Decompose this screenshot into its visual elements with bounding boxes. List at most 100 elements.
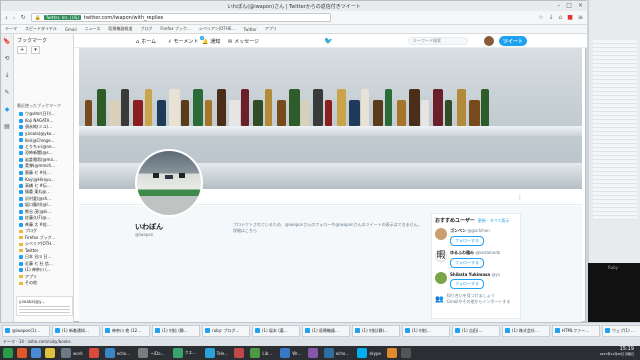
new-folder-icon[interactable]: ▾ — [31, 46, 40, 54]
dock-task[interactable]: Tele… — [203, 348, 231, 358]
taskbar-window-button[interactable]: (1) 坂本 (著… — [252, 324, 300, 337]
reload-icon[interactable]: ↻ — [21, 14, 26, 21]
app-icon[interactable] — [400, 348, 411, 358]
bookmark-folder[interactable]: ブログ — [19, 228, 75, 234]
add-bookmark-icon[interactable]: + — [17, 46, 28, 54]
taskbar-window-button[interactable]: (1) 医療機器… — [302, 324, 350, 337]
bookmark-item[interactable]: 日本 谷川 日… — [19, 254, 75, 260]
forward-icon[interactable]: › — [13, 14, 16, 22]
extension-icon[interactable]: ■ — [567, 14, 573, 21]
search-input[interactable]: キーワード検索 — [408, 37, 468, 45]
bookmark-folder[interactable]: アプリ — [19, 274, 75, 280]
app-icon[interactable] — [307, 348, 318, 358]
bookmark-toolbar-item[interactable]: 医療機器報道 — [108, 26, 132, 32]
suggested-user-name[interactable]: ゆるふわ積み @kodamado — [450, 250, 500, 256]
maximize-icon[interactable]: □ — [566, 2, 572, 9]
suggested-user-avatar[interactable]: 暇 — [435, 250, 447, 262]
panel-icon[interactable]: ▤ — [4, 123, 10, 130]
follow-button[interactable]: フォローする — [450, 236, 484, 246]
bookmark-item[interactable]: ウ@dmr(日刊… — [19, 111, 75, 117]
app-icon[interactable] — [31, 348, 41, 358]
dock-task[interactable]: echo… — [103, 348, 133, 358]
app-icon[interactable] — [3, 348, 13, 358]
bookmark-star-icon[interactable]: ☆ — [538, 14, 543, 21]
clock[interactable]: 15:19 2017年11月20日 月曜日 — [600, 347, 634, 357]
bookmark-item[interactable]: y.koala(@yko… — [19, 131, 75, 137]
bookmark-item[interactable]: Kay(@Hiroyu… — [19, 176, 75, 182]
find-friends[interactable]: 👥 知り合いを見つけましょう Gmailやその他からインポートする — [435, 293, 517, 305]
dock-task[interactable]: echo… — [322, 348, 352, 358]
bookmark-preview[interactable]: y.iwaka(@y… — [16, 296, 73, 316]
bookmark-item[interactable]: 坂口龍村(@l… — [19, 202, 75, 208]
dock-task[interactable]: skype — [355, 348, 383, 358]
nav-messages[interactable]: ✉ メッセージ — [228, 38, 259, 46]
url-bar[interactable]: 🔒 Twitter, Inc. [US] twitter.com/iwapon/… — [30, 13, 331, 22]
window-titlebar[interactable]: いわぽん(@iwapon)さん | Twitterからの返信付きツイート – □… — [1, 1, 587, 11]
taskbar-window-button[interactable]: (1) 株式会社… — [502, 324, 550, 337]
bookmark-item[interactable]: 実弾(@mmch… — [19, 163, 75, 169]
taskbar-window-button[interactable]: 神奈川 他 (12… — [102, 324, 150, 337]
bookmark-toolbar-item[interactable]: ブログ — [140, 26, 152, 32]
close-icon[interactable]: × — [578, 2, 583, 9]
bookmark-item[interactable]: 高橋 七 #伝… — [19, 183, 75, 189]
app-icon[interactable] — [234, 348, 245, 358]
bookmark-item[interactable]: 佐藤久(F)@… — [19, 215, 75, 221]
history-panel-icon[interactable]: ⟲ — [4, 55, 9, 62]
bookmark-toolbar-item[interactable]: アプリ — [265, 26, 277, 32]
bookmark-item[interactable]: 慎重 東丸@… — [19, 189, 75, 195]
dock-task[interactable]: ~/Do… — [136, 348, 166, 358]
taskbar-window-button[interactable]: @iwapon(1)… — [2, 324, 50, 337]
follow-button[interactable]: フォローする — [450, 279, 484, 289]
taskbar-window-button[interactable]: ruby: プログ… — [202, 324, 250, 337]
bookmark-toolbar-item[interactable]: シベリアン(OTHE… — [199, 26, 236, 32]
twitter-bird-icon[interactable]: 🐦 — [324, 37, 333, 45]
back-icon[interactable]: ‹ — [5, 14, 8, 22]
bookmarks-panel-icon[interactable]: 🔖 — [3, 38, 10, 45]
bookmark-item[interactable]: とりちゃ(@ne… — [19, 144, 75, 150]
bookmark-folder[interactable]: シベリア(OTH… — [19, 241, 75, 247]
bookmark-toolbar-item[interactable]: Firefox ブック… — [160, 26, 191, 32]
dock-task[interactable]: Wr… — [278, 348, 303, 358]
dock-task[interactable]: work — [59, 348, 85, 358]
tweet-button[interactable]: ツイート — [499, 36, 527, 46]
app-icon[interactable] — [17, 348, 27, 358]
bookmark-item[interactable]: (1) 神奈川 (… — [19, 267, 75, 273]
notes-panel-icon[interactable]: ✎ — [4, 89, 9, 96]
suggested-user-name[interactable]: Shibata Yukimasa @ys — [450, 272, 500, 277]
suggested-user-name[interactable]: ゴンベン @gochihen — [450, 228, 490, 234]
taskbar-window-button[interactable]: (1) 村松 (静… — [152, 324, 200, 337]
bookmark-toolbar-item[interactable]: スピードダイヤル — [25, 26, 57, 32]
bookmark-toolbar-item[interactable]: Twitter — [243, 27, 256, 32]
bookmark-toolbar-item[interactable]: ニュース — [85, 26, 101, 32]
profile-avatar[interactable] — [135, 149, 203, 217]
downloads-panel-icon[interactable]: ↓ — [4, 72, 9, 79]
avatar[interactable] — [484, 36, 494, 46]
app-icon[interactable] — [386, 348, 397, 358]
app-icon[interactable] — [88, 348, 99, 358]
suggested-user-avatar[interactable] — [435, 272, 447, 284]
taskbar-window-button[interactable]: (1) 村松(静)… — [352, 324, 400, 337]
bookmark-item[interactable]: 岩倉雅男(@ma… — [19, 157, 75, 163]
taskbar-window-button[interactable]: (1) 新着通知… — [52, 324, 100, 337]
more-options-icon[interactable]: ⋮ — [517, 194, 523, 201]
dock-task[interactable]: Lib… — [248, 348, 274, 358]
bookmark-item[interactable]: 須永純(ミユ)… — [19, 124, 75, 130]
terminal-window[interactable] — [588, 263, 640, 322]
bookmark-toolbar-item[interactable]: Gmail — [65, 27, 77, 32]
taskbar-window-button[interactable]: HTMLファー… — [552, 324, 600, 337]
bookmark-item[interactable]: 齋藤 七 #社… — [19, 170, 75, 176]
minimize-icon[interactable]: – — [557, 2, 560, 9]
bookmark-folder[interactable]: Twitter — [19, 248, 75, 254]
bookmark-item[interactable]: Kei(@Chinge… — [19, 137, 75, 143]
bookmark-item[interactable]: 近藤 七 社 信… — [19, 261, 75, 267]
bookmark-folder[interactable]: Firefox ブック… — [19, 235, 75, 241]
taskbar-window-button[interactable]: (1) 吉田(… — [452, 324, 500, 337]
twitter-panel-icon[interactable]: ◆ — [5, 106, 10, 113]
who-to-follow-update-link[interactable]: 更新 · すべて表示 — [478, 218, 509, 224]
bookmark-toolbar-item[interactable]: テーマ — [5, 26, 17, 32]
bookmark-item[interactable]: Koji NAGATA… — [19, 118, 75, 124]
taskbar-window-button[interactable]: ウェブ(1) … — [602, 324, 640, 337]
bookmark-item[interactable]: 熊谷 茂(@ki… — [19, 209, 75, 215]
bookmark-item[interactable]: 恐怖新聞(@s… — [19, 150, 75, 156]
nav-home[interactable]: ⌂ ホーム — [136, 38, 156, 46]
